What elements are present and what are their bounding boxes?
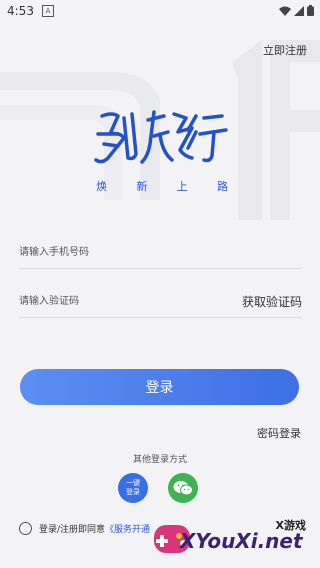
brand-tagline: 焕 新 上 路	[96, 178, 228, 194]
wechat-icon	[173, 481, 193, 496]
brand-logo	[94, 110, 228, 164]
status-icons	[279, 5, 314, 16]
verification-code-input[interactable]	[19, 287, 199, 315]
battery-icon	[307, 5, 314, 16]
one-key-login-button[interactable]: 一键 登录	[118, 473, 148, 503]
background-decoration	[0, 40, 320, 220]
tagline-char: 焕	[96, 180, 107, 193]
signal-icon	[294, 5, 304, 16]
watermark: X游戏 XYouXi.net	[150, 515, 320, 563]
verification-code-field: 获取验证码	[19, 287, 302, 318]
agreement-text: 登录/注册即同意	[39, 525, 106, 535]
status-bar: 4:53 A	[0, 0, 320, 22]
login-button[interactable]: 登录	[20, 369, 299, 405]
notification-icon: A	[42, 5, 54, 17]
get-code-button[interactable]: 获取验证码	[242, 293, 302, 310]
other-login-title: 其他登录方式	[132, 455, 187, 465]
password-login-link[interactable]: 密码登录	[257, 425, 301, 441]
wechat-login-button[interactable]	[168, 473, 198, 503]
status-time: 4:53	[7, 4, 34, 18]
tagline-char: 路	[216, 180, 228, 193]
one-key-label-line2: 登录	[126, 488, 140, 496]
agreement-row: 登录/注册即同意 《服务开通	[19, 522, 150, 535]
agreement-checkbox[interactable]	[19, 522, 32, 535]
tagline-char: 上	[176, 180, 188, 193]
one-key-label-line1: 一键	[126, 479, 140, 487]
register-link[interactable]: 立即注册	[263, 42, 307, 58]
service-agreement-link[interactable]: 《服务开通	[105, 522, 150, 535]
phone-field	[19, 238, 302, 269]
watermark-site-text: XYouXi.net	[180, 529, 303, 553]
phone-input[interactable]	[19, 238, 199, 266]
tagline-char: 新	[136, 180, 148, 193]
wifi-icon	[279, 6, 291, 16]
